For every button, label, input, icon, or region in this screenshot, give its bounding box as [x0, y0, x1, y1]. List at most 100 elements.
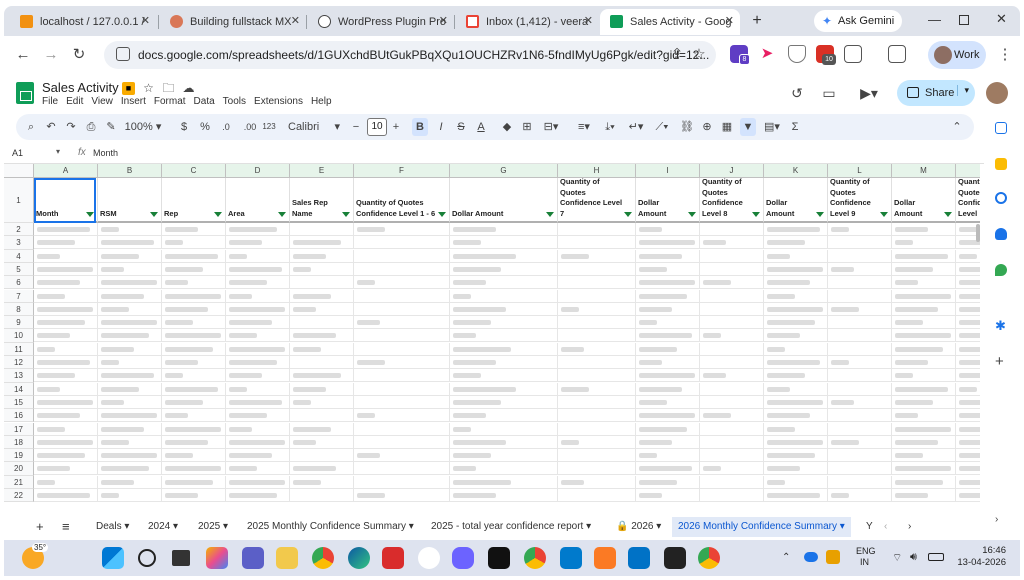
- data-cell[interactable]: [290, 489, 354, 502]
- data-cell[interactable]: [290, 316, 354, 330]
- data-cell[interactable]: [162, 342, 226, 356]
- data-cell[interactable]: [162, 289, 226, 303]
- functions-button[interactable]: Σ: [788, 118, 802, 136]
- share-page-icon[interactable]: ⇪: [666, 44, 688, 66]
- search-icon[interactable]: [138, 549, 156, 567]
- clock[interactable]: 16:46 13-04-2026: [954, 545, 1006, 569]
- file-explorer-icon[interactable]: [276, 547, 298, 569]
- data-cell[interactable]: [892, 409, 956, 423]
- data-cell[interactable]: [354, 262, 450, 276]
- filter-dropdown-icon[interactable]: [342, 212, 350, 217]
- data-cell[interactable]: [34, 223, 98, 236]
- more-formats-button[interactable]: 123: [260, 118, 278, 136]
- start-icon[interactable]: [102, 547, 124, 569]
- data-cell[interactable]: [956, 436, 980, 449]
- data-cell[interactable]: [558, 356, 636, 369]
- decrease-decimal-button[interactable]: .0: [218, 118, 234, 136]
- data-cell[interactable]: [636, 475, 700, 489]
- data-cell[interactable]: [450, 302, 558, 316]
- profile-button[interactable]: Work: [928, 41, 986, 69]
- header-cell[interactable]: RSM: [98, 178, 162, 223]
- menu-format[interactable]: Format: [154, 96, 186, 107]
- gemini-side-icon[interactable]: ✱: [995, 319, 1007, 332]
- user-avatar[interactable]: [986, 82, 1008, 104]
- sheet-tab-2026-monthly[interactable]: 2026 Monthly Confidence Summary ▾: [672, 517, 851, 537]
- bold-button[interactable]: B: [412, 118, 428, 136]
- data-cell[interactable]: [700, 409, 764, 423]
- forward-icon[interactable]: →: [40, 44, 62, 66]
- data-cell[interactable]: [636, 249, 700, 263]
- data-cell[interactable]: [828, 395, 892, 409]
- data-cell[interactable]: [828, 329, 892, 343]
- data-cell[interactable]: [162, 302, 226, 316]
- data-cell[interactable]: [764, 236, 828, 250]
- data-cell[interactable]: [828, 489, 892, 502]
- data-cell[interactable]: [290, 329, 354, 343]
- data-cell[interactable]: [226, 249, 290, 263]
- data-cell[interactable]: [34, 262, 98, 276]
- data-cell[interactable]: [700, 329, 764, 343]
- text-wrap-icon[interactable]: ↵▾: [624, 118, 648, 136]
- document-title[interactable]: Sales Activity: [42, 80, 119, 95]
- data-cell[interactable]: [700, 475, 764, 489]
- data-cell[interactable]: [450, 449, 558, 463]
- row-header-11[interactable]: 11: [4, 342, 34, 356]
- undo-icon[interactable]: ↶: [44, 118, 58, 136]
- battery-icon[interactable]: [928, 553, 944, 561]
- data-cell[interactable]: [764, 449, 828, 463]
- data-cell[interactable]: [98, 489, 162, 502]
- select-all-corner[interactable]: [4, 164, 34, 178]
- close-icon[interactable]: ✕: [141, 14, 150, 27]
- filter-dropdown-icon[interactable]: [688, 212, 696, 217]
- row-header-15[interactable]: 15: [4, 395, 34, 410]
- data-cell[interactable]: [162, 316, 226, 330]
- data-cell[interactable]: [956, 276, 980, 290]
- site-info-icon[interactable]: [116, 47, 130, 61]
- column-header-f[interactable]: F: [354, 164, 450, 178]
- terminal-icon[interactable]: [664, 547, 686, 569]
- row-header-17[interactable]: 17: [4, 422, 34, 436]
- data-cell[interactable]: [828, 449, 892, 463]
- data-cell[interactable]: [636, 382, 700, 396]
- header-cell[interactable]: Rep: [162, 178, 226, 223]
- data-cell[interactable]: [226, 369, 290, 383]
- onedrive-icon[interactable]: [804, 552, 818, 562]
- insert-comment-icon[interactable]: ⊕: [700, 118, 714, 136]
- data-cell[interactable]: [226, 262, 290, 276]
- menu-file[interactable]: File: [42, 96, 58, 107]
- data-cell[interactable]: [98, 329, 162, 343]
- column-header-l[interactable]: L: [828, 164, 892, 178]
- data-cell[interactable]: [892, 422, 956, 436]
- data-cell[interactable]: [892, 395, 956, 409]
- tab-sales-activity[interactable]: Sales Activity - Goog ✕: [600, 9, 740, 35]
- data-cell[interactable]: [558, 316, 636, 330]
- data-cell[interactable]: [98, 249, 162, 263]
- row-header-3[interactable]: 3: [4, 236, 34, 250]
- data-cell[interactable]: [226, 316, 290, 330]
- data-cell[interactable]: [290, 449, 354, 463]
- header-cell[interactable]: Sales Rep Name: [290, 178, 354, 223]
- row-header-14[interactable]: 14: [4, 382, 34, 396]
- data-cell[interactable]: [226, 289, 290, 303]
- row-header-20[interactable]: 20: [4, 462, 34, 476]
- data-cell[interactable]: [636, 462, 700, 476]
- data-cell[interactable]: [558, 382, 636, 396]
- data-cell[interactable]: [764, 329, 828, 343]
- task-view-icon[interactable]: [172, 550, 190, 566]
- data-cell[interactable]: [162, 249, 226, 263]
- data-cell[interactable]: [892, 489, 956, 502]
- column-header-n[interactable]: N: [956, 164, 980, 178]
- data-cell[interactable]: [828, 409, 892, 423]
- data-cell[interactable]: [290, 236, 354, 250]
- close-window-icon[interactable]: ✕: [996, 11, 1007, 27]
- data-cell[interactable]: [956, 449, 980, 463]
- data-cell[interactable]: [162, 489, 226, 502]
- data-cell[interactable]: [700, 435, 764, 449]
- data-cell[interactable]: [162, 236, 226, 250]
- row-header-1[interactable]: 1: [4, 178, 34, 223]
- data-cell[interactable]: [700, 223, 764, 236]
- xampp-icon[interactable]: [594, 547, 616, 569]
- data-cell[interactable]: [764, 382, 828, 396]
- data-cell[interactable]: [34, 302, 98, 316]
- print-icon[interactable]: ⎙: [84, 118, 98, 136]
